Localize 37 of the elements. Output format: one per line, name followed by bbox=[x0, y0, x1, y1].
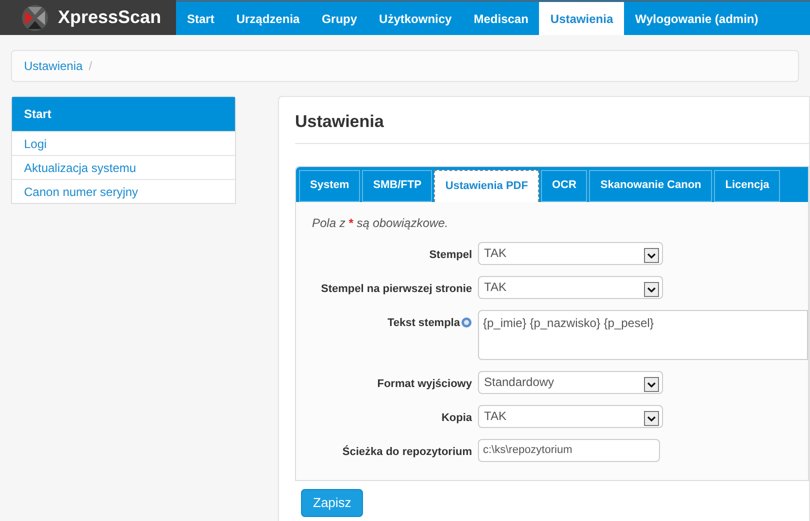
nav-tab[interactable]: Ustawienia bbox=[539, 2, 624, 35]
field-label: Tekst stempla bbox=[387, 316, 460, 330]
page-title: Ustawienia bbox=[295, 109, 809, 144]
nav-tab[interactable]: Mediscan bbox=[462, 2, 540, 35]
save-button[interactable]: Zapisz bbox=[301, 488, 364, 516]
field-label: Stempel bbox=[429, 248, 472, 262]
select-field[interactable]: Standardowy bbox=[478, 370, 663, 394]
select-field[interactable]: TAK bbox=[478, 242, 663, 264]
field-label: Kopia bbox=[441, 410, 472, 426]
tab[interactable]: Ustawienia PDF bbox=[434, 170, 539, 202]
breadcrumb-link[interactable]: Ustawienia bbox=[24, 57, 83, 75]
breadcrumb-separator: / bbox=[88, 58, 92, 75]
tab[interactable]: SMB/FTP bbox=[362, 170, 432, 202]
nav-tab[interactable]: Start bbox=[176, 2, 226, 35]
tab[interactable]: Licencja bbox=[714, 170, 780, 202]
text-area[interactable]: {p_imie} {p_nazwisko} {p_pesel} bbox=[478, 310, 808, 360]
sidebar-item[interactable]: Start bbox=[12, 97, 235, 131]
help-icon[interactable] bbox=[461, 317, 472, 328]
required-note: Pola z * są obowiązkowe. bbox=[312, 214, 450, 232]
logo-icon bbox=[20, 2, 50, 32]
input-field[interactable]: c:\ks\repozytorium bbox=[478, 438, 660, 462]
sidebar-item[interactable]: Aktualizacja systemu bbox=[12, 155, 235, 179]
brand-name: XpressScan bbox=[58, 6, 162, 29]
select-field[interactable]: TAK bbox=[478, 404, 663, 428]
sidebar-item[interactable]: Canon numer seryjny bbox=[12, 179, 235, 203]
tab[interactable]: OCR bbox=[540, 170, 588, 202]
tab[interactable]: Skanowanie Canon bbox=[589, 170, 712, 202]
nav-tab[interactable]: Użytkownicy bbox=[368, 2, 463, 35]
select-field[interactable]: TAK bbox=[478, 276, 663, 298]
nav-tab[interactable]: Grupy bbox=[310, 2, 368, 35]
field-label: Stempel na pierwszej stronie bbox=[321, 282, 472, 296]
sidebar-item[interactable]: Logi bbox=[12, 131, 235, 155]
field-label: Ścieżka do repozytorium bbox=[342, 444, 472, 460]
field-label: Format wyjściowy bbox=[377, 376, 472, 392]
tab[interactable]: System bbox=[299, 170, 360, 202]
nav-tab[interactable]: Urządzenia bbox=[225, 2, 311, 35]
nav-tab[interactable]: Wylogowanie (admin) bbox=[624, 2, 770, 35]
